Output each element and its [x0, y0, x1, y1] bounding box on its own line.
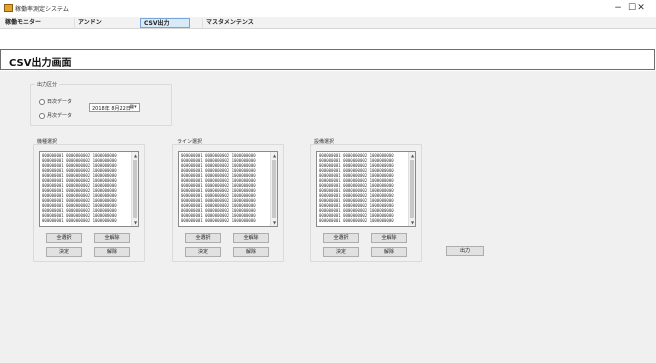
scroll-down-icon[interactable]: ▼: [409, 219, 415, 226]
date-picker[interactable]: 2018年 8月22日 ▦▾: [89, 103, 140, 112]
listbox-model[interactable]: 000000001 0000000002 1000000000 00000000…: [39, 151, 139, 227]
content-area: 出力区分 日次データ 月次データ 2018年 8月22日 ▦▾ 機種選択 000…: [0, 71, 656, 363]
menu-item-operation-monitor[interactable]: 稼働モニター: [2, 18, 72, 28]
scroll-thumb[interactable]: [410, 160, 414, 218]
date-value: 2018年 8月22日: [92, 106, 131, 112]
menu-item-csv-output[interactable]: CSV出力: [140, 18, 190, 28]
select-all-button[interactable]: 全選択: [46, 233, 82, 243]
confirm-button[interactable]: 決定: [46, 247, 82, 257]
radio-daily-label: 日次データ: [47, 99, 73, 105]
app-icon: [4, 4, 13, 12]
radio-daily[interactable]: 日次データ: [39, 97, 72, 106]
radio-monthly[interactable]: 月次データ: [39, 111, 72, 120]
list-item[interactable]: 000000001 0000000002 1000000000: [181, 218, 269, 223]
radio-monthly-label: 月次データ: [47, 113, 73, 119]
page-header: CSV出力画面: [0, 49, 655, 70]
scrollbar[interactable]: ▲ ▼: [270, 152, 277, 226]
panel-model: 000000001 0000000002 1000000000 00000000…: [33, 144, 145, 262]
scroll-thumb[interactable]: [133, 160, 137, 218]
select-all-button[interactable]: 全選択: [185, 233, 221, 243]
listbox-equipment[interactable]: 000000001 0000000002 1000000000 00000000…: [316, 151, 416, 227]
output-type-label: 出力区分: [35, 81, 60, 88]
panel-equipment: 000000001 0000000002 1000000000 00000000…: [310, 144, 422, 262]
scroll-up-icon[interactable]: ▲: [409, 152, 415, 159]
confirm-button[interactable]: 決定: [185, 247, 221, 257]
scroll-thumb[interactable]: [272, 160, 276, 218]
calendar-dropdown-icon[interactable]: ▦▾: [128, 105, 138, 110]
listbox-line[interactable]: 000000001 0000000002 1000000000 00000000…: [178, 151, 278, 227]
select-all-button[interactable]: 全選択: [323, 233, 359, 243]
menu-item-andon[interactable]: アンドン: [74, 18, 138, 28]
menu-item-master-maintenance[interactable]: マスタメンテンス: [202, 18, 266, 28]
list-item[interactable]: 000000001 0000000002 1000000000: [319, 218, 407, 223]
radio-daily-circle[interactable]: [39, 98, 45, 105]
release-button[interactable]: 解除: [233, 247, 269, 257]
output-type-group: 出力区分 日次データ 月次データ 2018年 8月22日 ▦▾: [30, 81, 172, 126]
scrollbar[interactable]: ▲ ▼: [408, 152, 415, 226]
clear-all-button[interactable]: 全解除: [94, 233, 130, 243]
scrollbar[interactable]: ▲ ▼: [131, 152, 138, 226]
scroll-up-icon[interactable]: ▲: [132, 152, 138, 159]
scroll-down-icon[interactable]: ▼: [271, 219, 277, 226]
radio-monthly-circle[interactable]: [39, 112, 45, 119]
list-item[interactable]: 000000001 0000000002 1000000000: [42, 218, 130, 223]
window-title: 稼働率測定システム: [15, 6, 69, 13]
confirm-button[interactable]: 決定: [323, 247, 359, 257]
clear-all-button[interactable]: 全解除: [371, 233, 407, 243]
title-bar: 稼働率測定システム − ☐ ✕: [0, 0, 656, 17]
close-button[interactable]: ✕: [626, 0, 656, 17]
page-title: CSV出力画面: [9, 58, 72, 69]
clear-all-button[interactable]: 全解除: [233, 233, 269, 243]
release-button[interactable]: 解除: [94, 247, 130, 257]
scroll-up-icon[interactable]: ▲: [271, 152, 277, 159]
output-button[interactable]: 出力: [446, 246, 484, 256]
menu-bar: 稼働モニター アンドン CSV出力 マスタメンテンス: [0, 17, 656, 29]
release-button[interactable]: 解除: [371, 247, 407, 257]
panel-line: 000000001 0000000002 1000000000 00000000…: [172, 144, 284, 262]
scroll-down-icon[interactable]: ▼: [132, 219, 138, 226]
